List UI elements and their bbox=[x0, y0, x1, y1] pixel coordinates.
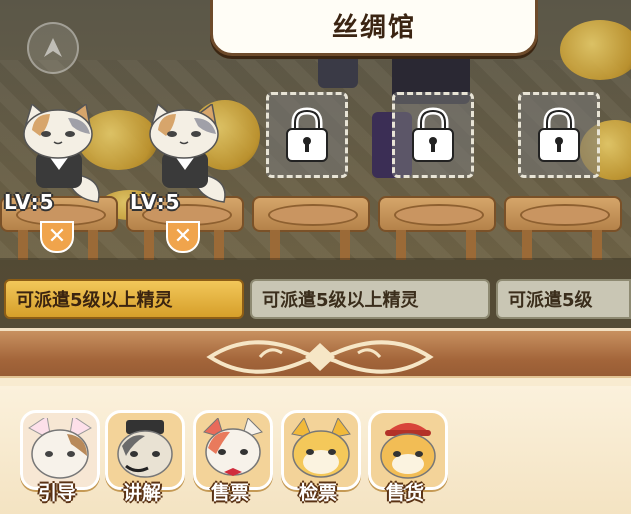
visitor-figure bbox=[318, 52, 358, 88]
assigned-cat-slot-2[interactable]: LV:5 bbox=[130, 102, 232, 214]
guide-cat-icon bbox=[28, 418, 92, 479]
locked-slot-4[interactable] bbox=[392, 92, 474, 178]
calico-cat-icon bbox=[149, 102, 226, 203]
narrator-cat-icon bbox=[117, 420, 173, 478]
game-scene: 丝绸馆 LV:5 ✕ LV:5 ✕ 可派遣5级以上精灵 可派遣5级以上精灵 可派… bbox=[0, 0, 631, 514]
calico-cat-icon bbox=[23, 102, 100, 203]
dispatch-hint-label: 可派遣5级以上精灵 bbox=[16, 290, 173, 311]
flower-decoration bbox=[560, 20, 631, 80]
ticket-seller-cat-icon bbox=[203, 418, 263, 476]
role-label-ticket-checker: 检票 bbox=[298, 482, 337, 504]
assigned-cat-slot-1[interactable]: LV:5 bbox=[4, 102, 106, 214]
dispatch-hint-3[interactable]: 可派遣5级 bbox=[496, 279, 631, 319]
stool-3 bbox=[252, 196, 370, 260]
stool-5 bbox=[504, 196, 622, 260]
role-label-narrator: 讲解 bbox=[122, 482, 161, 504]
shop-seller-cat-icon bbox=[380, 423, 436, 479]
close-icon: ✕ bbox=[47, 224, 67, 249]
dispatch-hint-1[interactable]: 可派遣5级以上精灵 bbox=[4, 279, 244, 319]
hall-title: 丝绸馆 bbox=[331, 12, 416, 43]
role-label-shop-seller: 售货 bbox=[385, 482, 424, 504]
remove-cat-button[interactable]: ✕ bbox=[166, 221, 200, 253]
role-label-ticket-seller: 售票 bbox=[210, 482, 249, 504]
lock-icon bbox=[538, 107, 580, 162]
locked-slot-3[interactable] bbox=[266, 92, 348, 178]
dispatch-hint-label: 可派遣5级 bbox=[508, 290, 593, 311]
lock-icon bbox=[412, 107, 454, 162]
role-label-guide: 引导 bbox=[37, 482, 76, 504]
dispatch-hint-label: 可派遣5级以上精灵 bbox=[262, 290, 419, 311]
close-icon: ✕ bbox=[173, 224, 193, 249]
navigate-up-button[interactable] bbox=[27, 22, 79, 74]
hall-title-banner: 丝绸馆 bbox=[210, 0, 538, 56]
arrow-up-icon bbox=[44, 38, 62, 57]
ticket-checker-cat-icon bbox=[291, 418, 351, 478]
lock-icon bbox=[286, 107, 328, 162]
dispatch-hint-2[interactable]: 可派遣5级以上精灵 bbox=[250, 279, 490, 319]
cat-level-label: LV:5 bbox=[4, 190, 55, 214]
cat-level-label: LV:5 bbox=[130, 190, 181, 214]
stool-4 bbox=[378, 196, 496, 260]
remove-cat-button[interactable]: ✕ bbox=[40, 221, 74, 253]
locked-slot-5[interactable] bbox=[518, 92, 600, 178]
